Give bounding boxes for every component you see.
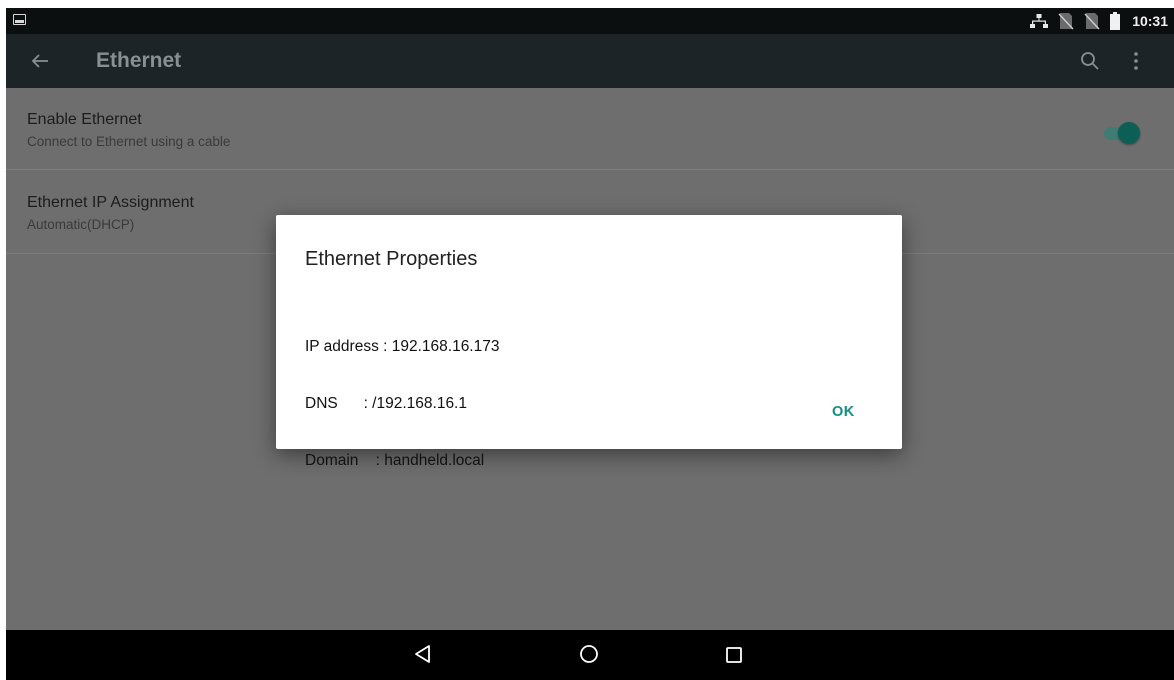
ethernet-properties-dialog: Ethernet Properties IP address : 192.168… (276, 215, 902, 469)
screenshot-icon (13, 14, 26, 25)
enable-ethernet-toggle[interactable] (1104, 121, 1140, 144)
ethernet-icon (1030, 14, 1049, 28)
app-bar: Ethernet (6, 34, 1174, 88)
page-title: Ethernet (96, 49, 182, 72)
nav-recents-icon[interactable] (725, 646, 743, 664)
status-icons: 10:31 (1030, 11, 1168, 31)
toggle-thumb (1118, 122, 1140, 144)
setting-enable-ethernet[interactable]: Enable Ethernet Connect to Ethernet usin… (6, 88, 1174, 170)
device-screen: 10:31 Ethernet Enable Ethernet Connect t… (6, 8, 1174, 680)
back-arrow-icon[interactable] (28, 49, 52, 73)
no-sim-icon (1084, 13, 1100, 30)
status-bar: 10:31 (6, 8, 1174, 34)
dialog-line-domain: Domain : handheld.local (305, 452, 485, 469)
setting-summary: Connect to Ethernet using a cable (27, 134, 231, 149)
dialog-title: Ethernet Properties (305, 248, 478, 270)
no-sim-icon (1058, 13, 1074, 30)
setting-summary: Automatic(DHCP) (27, 217, 135, 232)
dialog-line-dns: DNS : /192.168.16.1 (305, 395, 467, 412)
status-clock: 10:31 (1132, 13, 1168, 29)
battery-icon (1110, 12, 1121, 30)
setting-title: Enable Ethernet (27, 111, 142, 128)
ok-button[interactable]: OK (832, 404, 855, 420)
search-icon[interactable] (1079, 50, 1101, 72)
nav-back-icon[interactable] (413, 644, 433, 664)
more-vert-icon[interactable] (1131, 49, 1141, 73)
navigation-bar (6, 630, 1174, 680)
dialog-line-ip: IP address : 192.168.16.173 (305, 338, 500, 355)
nav-home-icon[interactable] (578, 643, 600, 665)
dialog-body: IP address : 192.168.16.173 DNS : /192.1… (305, 299, 499, 508)
setting-title: Ethernet IP Assignment (27, 194, 194, 211)
